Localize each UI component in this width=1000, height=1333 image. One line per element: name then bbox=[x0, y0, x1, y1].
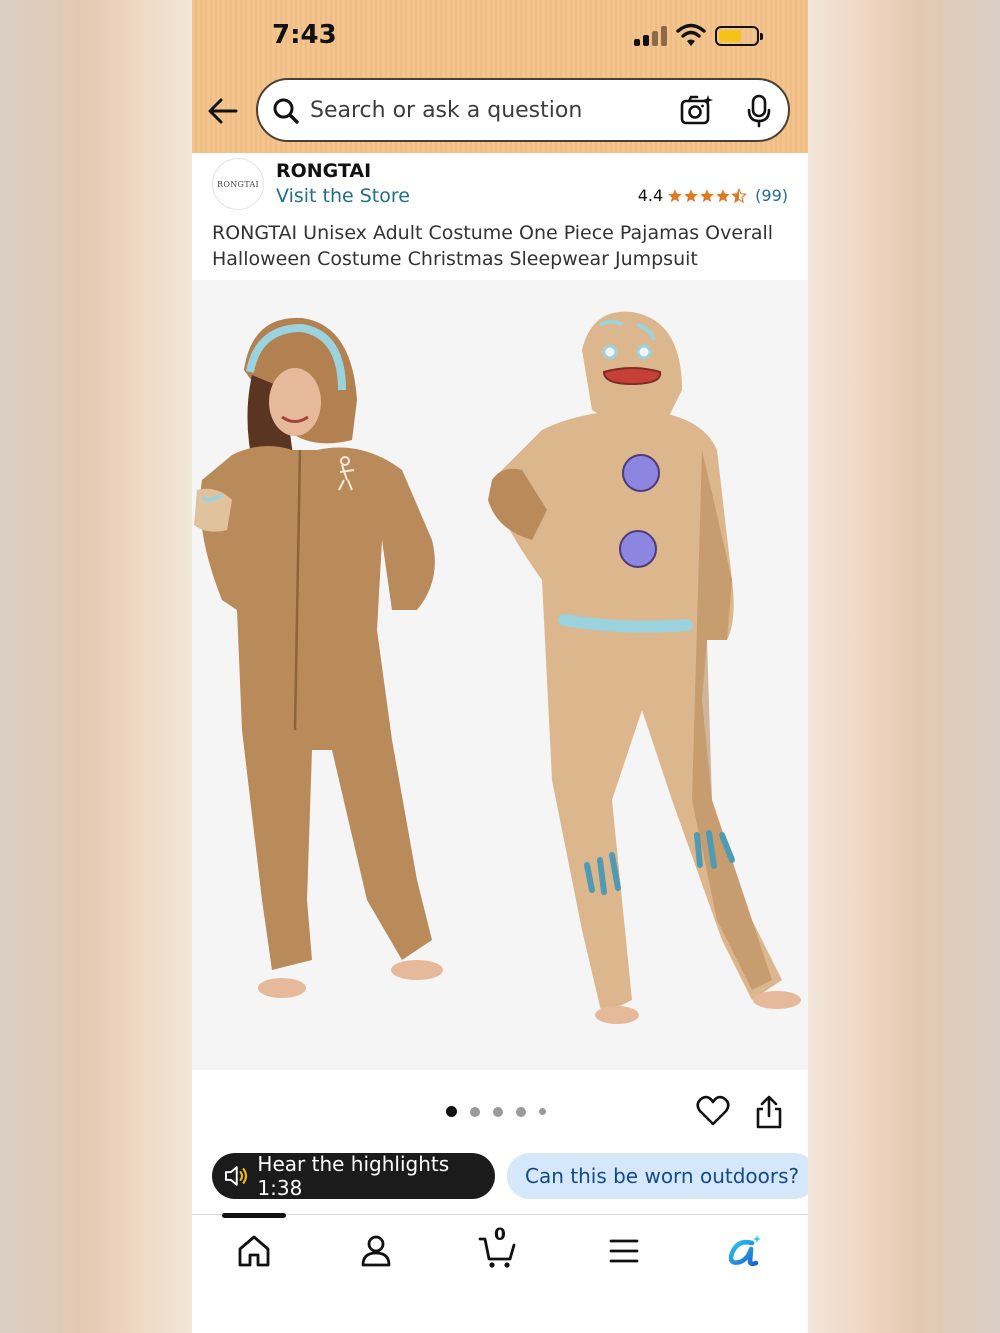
carousel-dot[interactable] bbox=[470, 1106, 480, 1117]
carousel-dot[interactable] bbox=[516, 1106, 526, 1117]
carousel-dot[interactable] bbox=[539, 1108, 546, 1115]
search-bar[interactable] bbox=[256, 78, 790, 142]
star-half-icon bbox=[731, 187, 748, 203]
suggested-question-chip[interactable]: Can this be worn outdoors? bbox=[507, 1153, 808, 1199]
front-view-figure bbox=[194, 317, 443, 998]
brand-logo[interactable]: RONGTAI bbox=[212, 158, 264, 210]
product-image[interactable] bbox=[192, 280, 808, 1070]
carousel-dot[interactable] bbox=[493, 1106, 503, 1117]
search-icon bbox=[273, 98, 299, 124]
microphone-icon[interactable] bbox=[746, 94, 772, 128]
battery-icon bbox=[715, 26, 763, 46]
speaker-icon bbox=[224, 1166, 248, 1186]
rating-value: 4.4 bbox=[637, 186, 664, 205]
product-title: RONGTAI Unisex Adult Costume One Piece P… bbox=[212, 222, 774, 270]
star-full-icon bbox=[668, 188, 682, 202]
hear-highlights-button[interactable]: Hear the highlights 1:38 bbox=[212, 1152, 495, 1200]
share-icon[interactable] bbox=[754, 1094, 784, 1130]
wifi-icon bbox=[676, 23, 706, 46]
star-full-icon bbox=[684, 188, 698, 202]
visit-store-link[interactable]: Visit the Store bbox=[276, 185, 410, 207]
cart-button[interactable]: 0 bbox=[478, 1225, 518, 1271]
carousel-dot-active[interactable] bbox=[446, 1106, 457, 1117]
carousel-indicator[interactable] bbox=[446, 1106, 546, 1117]
back-view-figure bbox=[488, 311, 801, 1024]
star-full-icon bbox=[716, 188, 730, 202]
rufus-icon[interactable] bbox=[724, 1231, 764, 1271]
hear-highlights-label: Hear the highlights 1:38 bbox=[257, 1152, 450, 1200]
menu-icon[interactable] bbox=[604, 1231, 644, 1271]
suggested-question-label: Can this be worn outdoors? bbox=[525, 1164, 800, 1188]
account-icon[interactable] bbox=[356, 1231, 396, 1271]
nav-active-indicator bbox=[222, 1213, 286, 1218]
rating-count[interactable]: (99) bbox=[755, 186, 788, 205]
app-header: 7:43 bbox=[192, 0, 808, 153]
camera-search-icon[interactable] bbox=[680, 94, 714, 126]
cart-count: 0 bbox=[494, 1225, 506, 1245]
product-photo-illustration bbox=[194, 311, 801, 1024]
star-rating bbox=[667, 187, 748, 204]
back-arrow-icon[interactable] bbox=[206, 94, 240, 128]
phone-screen: 7:43 Search or ask a question RONGTAI RO… bbox=[192, 0, 808, 1333]
heart-icon[interactable] bbox=[696, 1094, 730, 1128]
bottom-navigation: 0 bbox=[192, 1213, 808, 1333]
star-full-icon bbox=[700, 188, 714, 202]
status-time: 7:43 bbox=[272, 20, 337, 50]
cellular-signal-icon bbox=[634, 26, 668, 46]
brand-logo-text: RONGTAI bbox=[217, 179, 259, 189]
brand-name: RONGTAI bbox=[276, 160, 372, 182]
search-input[interactable] bbox=[310, 90, 670, 130]
rating-summary[interactable]: 4.4 (99) bbox=[638, 186, 788, 205]
home-icon[interactable] bbox=[234, 1231, 274, 1271]
